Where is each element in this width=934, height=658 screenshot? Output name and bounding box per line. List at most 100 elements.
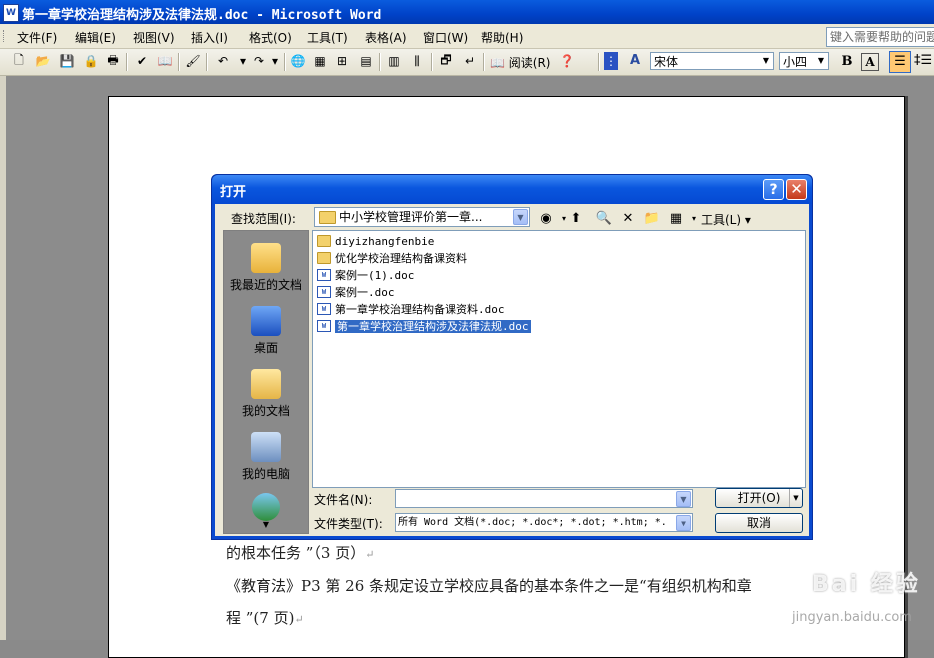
read-mode-button[interactable]: 📖 阅读(R) (490, 54, 550, 71)
document-line[interactable]: 程 ”(7 页)↵ (226, 607, 304, 628)
research-icon[interactable]: 📖 (156, 52, 174, 70)
filetype-select[interactable]: 所有 Word 文档(*.doc; *.doc*; *.dot; *.htm; … (395, 513, 693, 532)
menu-view[interactable]: 视图(V) (133, 29, 175, 46)
standard-toolbar: 🗋 📂 💾 🔒 🖶 ✔ 📖 🖌 ↶ ▾ ↷ ▾ 🌐 ▦ ⊞ ▤ ▥ ⫼ 🗗 ↵ … (0, 49, 934, 76)
toolbar-separator (483, 53, 485, 71)
list-item[interactable]: 优化学校治理结构备课资料 (317, 250, 467, 267)
insert-excel-icon[interactable]: ▤ (357, 52, 375, 70)
bold-button[interactable]: B (838, 53, 856, 71)
document-map-icon[interactable]: 🗗 (437, 52, 455, 70)
file-name: 案例一.doc (335, 286, 395, 299)
permission-icon[interactable]: 🔒 (82, 52, 100, 70)
file-list[interactable]: diyizhangfenbie 优化学校治理结构备课资料 W 案例一(1).doc… (312, 230, 806, 488)
file-name: 第一章学校治理结构备课资料.doc (335, 303, 505, 316)
up-one-level-icon[interactable]: ⬆ (567, 209, 585, 227)
document-line[interactable]: 《教育法》P3 第 26 条规定设立学校应具备的基本条件之一是“有组织机构和章 (226, 575, 752, 596)
font-name-select[interactable]: 宋体 ▼ (650, 52, 774, 70)
font-size-select[interactable]: 小四 ▼ (779, 52, 829, 70)
spelling-icon[interactable]: ✔ (133, 52, 151, 70)
places-scroll-down-icon[interactable]: ▼ (224, 520, 308, 530)
columns-icon[interactable]: ▥ (385, 52, 403, 70)
hyperlink-icon[interactable]: 🌐 (289, 52, 307, 70)
chevron-down-icon[interactable]: ▼ (676, 515, 691, 531)
insert-table-icon[interactable]: ⊞ (333, 52, 351, 70)
chevron-down-icon[interactable]: ▼ (513, 209, 528, 225)
menu-table[interactable]: 表格(A) (365, 29, 407, 46)
cancel-button[interactable]: 取消 (715, 513, 803, 533)
open-folder-icon[interactable]: 📂 (34, 52, 52, 70)
format-painter-icon[interactable]: 🖌 (184, 52, 202, 70)
folder-icon (317, 252, 331, 264)
character-border-button[interactable]: A (861, 53, 879, 71)
chevron-down-icon[interactable]: ▼ (676, 491, 691, 507)
baidu-jingyan-watermark: Bai 经验 jingyan.baidu.com (760, 548, 930, 638)
list-item[interactable]: diyizhangfenbie (317, 233, 434, 250)
watermark-url-text: jingyan.baidu.com (792, 610, 912, 625)
open-button[interactable]: 打开(O) ▼ (715, 488, 803, 508)
menu-help[interactable]: 帮助(H) (481, 29, 523, 46)
toolbar-options-icon[interactable]: ⋮ (604, 52, 618, 70)
list-item[interactable]: W 案例一.doc (317, 284, 395, 301)
place-my-documents[interactable]: 我的文档 (224, 369, 308, 419)
lookin-value: 中小学校管理评价第一章... (339, 210, 483, 224)
title-bar: W 第一章学校治理结构涉及法律法规.doc - Microsoft Word (0, 0, 934, 24)
print-icon[interactable]: 🖶 (104, 52, 122, 70)
save-icon[interactable]: 💾 (58, 52, 76, 70)
open-file-dialog: 打开 ? ✕ 查找范围(I): 中小学校管理评价第一章... ▼ ◉ ▾ ⬆ 🔍… (211, 174, 813, 540)
word-document-icon: W (317, 286, 331, 298)
new-document-icon[interactable]: 🗋 (10, 52, 28, 70)
menu-edit[interactable]: 编辑(E) (75, 29, 116, 46)
help-icon[interactable]: ❓ (558, 52, 576, 70)
menu-window[interactable]: 窗口(W) (423, 29, 468, 46)
my-computer-icon (251, 432, 281, 462)
undo-icon[interactable]: ↶ (214, 52, 232, 70)
drawing-icon[interactable]: ⫼ (408, 52, 426, 70)
desktop-icon (251, 306, 281, 336)
menu-file[interactable]: 文件(F) (17, 29, 57, 46)
place-desktop[interactable]: 桌面 (224, 306, 308, 356)
menu-insert[interactable]: 插入(I) (191, 29, 228, 46)
menubar-grip[interactable] (3, 30, 7, 42)
new-folder-icon[interactable]: 📁 (643, 209, 661, 227)
justify-align-icon[interactable]: ☰ (889, 51, 911, 73)
file-name: 第一章学校治理结构涉及法律法规.doc (335, 320, 531, 333)
search-web-icon[interactable]: 🔍 (595, 209, 613, 227)
word-app-icon[interactable]: W (3, 4, 19, 22)
menu-bar: 文件(F) 编辑(E) 视图(V) 插入(I) 格式(O) 工具(T) 表格(A… (0, 24, 934, 49)
paw-logo-icon (780, 556, 814, 590)
styles-icon[interactable]: A (630, 53, 640, 68)
dialog-help-button[interactable]: ? (763, 179, 784, 200)
redo-dropdown-icon[interactable]: ▾ (266, 52, 284, 70)
dialog-close-button[interactable]: ✕ (786, 179, 807, 200)
help-search-input[interactable]: 键入需要帮助的问题 (826, 27, 934, 47)
show-hide-icon[interactable]: ↵ (461, 52, 479, 70)
place-my-computer[interactable]: 我的电脑 (224, 432, 308, 482)
line-spacing-icon[interactable]: ‡☰ (914, 53, 932, 68)
list-item[interactable]: W 案例一(1).doc (317, 267, 414, 284)
menu-format[interactable]: 格式(O) (249, 29, 292, 46)
font-name-value: 宋体 (654, 55, 679, 69)
list-item-selected[interactable]: W 第一章学校治理结构涉及法律法规.doc (317, 318, 531, 335)
read-mode-label: 阅读(R) (508, 56, 551, 70)
back-icon[interactable]: ◉ (537, 209, 555, 227)
tools-menu[interactable]: 工具(L) ▾ (701, 211, 751, 228)
menu-tools[interactable]: 工具(T) (307, 29, 348, 46)
document-line-text: 《教育法》P3 第 26 条规定设立学校应具备的基本条件之一是“有组织机构和章 (226, 577, 752, 595)
my-documents-icon (251, 369, 281, 399)
document-line-text: 程 ”(7 页) (226, 609, 295, 627)
tables-borders-icon[interactable]: ▦ (311, 52, 329, 70)
chevron-down-icon: ▼ (817, 56, 825, 65)
word-document-icon: W (317, 269, 331, 281)
place-recent-documents[interactable]: 我最近的文档 (224, 243, 308, 293)
list-item[interactable]: W 第一章学校治理结构备课资料.doc (317, 301, 505, 318)
document-line-text: 的根本任务 ”（3 页） (226, 544, 366, 562)
file-name: 案例一(1).doc (335, 269, 415, 282)
filename-input[interactable]: ▼ (395, 489, 693, 508)
open-options-dropdown-icon[interactable]: ▼ (789, 489, 802, 507)
lookin-select[interactable]: 中小学校管理评价第一章... ▼ (314, 207, 530, 227)
vertical-ruler (0, 76, 6, 640)
views-icon[interactable]: ▦ (667, 209, 685, 227)
delete-icon[interactable]: ✕ (619, 209, 637, 227)
dialog-title-bar[interactable]: 打开 ? ✕ (212, 175, 812, 204)
document-line[interactable]: 的根本任务 ”（3 页）↵ (226, 542, 374, 563)
